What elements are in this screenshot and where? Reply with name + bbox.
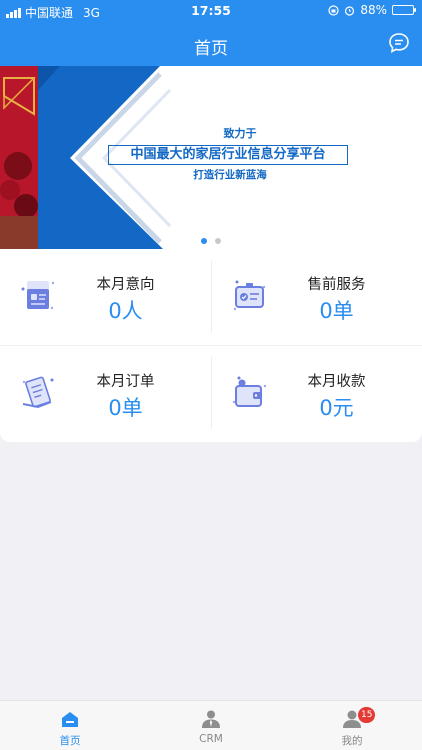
status-bar: 中国联通 3G 17:55 88% — [0, 0, 422, 22]
app-header: 中国联通 3G 17:55 88% 首页 — [0, 0, 422, 66]
tab-crm[interactable]: CRM — [141, 701, 281, 750]
chat-bubble-icon[interactable] — [388, 32, 410, 54]
home-icon — [62, 712, 78, 727]
stat-monthly-payments[interactable]: 本月收款 0元 — [211, 346, 422, 442]
orientation-lock-icon — [328, 4, 339, 16]
stat-presale-service[interactable]: 售前服务 0单 — [211, 249, 422, 345]
crm-person-icon — [202, 710, 220, 728]
alarm-icon — [345, 5, 355, 16]
stat-value: 0单 — [319, 299, 354, 323]
stat-value: 0单 — [108, 396, 143, 420]
stat-label: 本月订单 — [96, 374, 155, 390]
page-title: 首页 — [194, 39, 228, 59]
banner-line-1: 致力于 — [223, 127, 257, 140]
stats-card: 本月意向 0人 售前服务 0单 本月订单 0单 本月收款 0元 — [0, 249, 422, 442]
banner-headline-box: 中国最大的家居行业信息分享平台 — [108, 145, 348, 165]
banner-line-3: 打造行业新蓝海 — [193, 169, 267, 181]
pagination-dot-1[interactable] — [201, 238, 207, 244]
banner-pagination[interactable] — [0, 238, 422, 244]
stat-value: 0人 — [108, 299, 143, 323]
stat-label: 本月收款 — [307, 374, 366, 390]
tab-label: 首页 — [59, 735, 81, 747]
tab-label: 我的 — [341, 735, 363, 747]
battery-percent: 88% — [360, 3, 387, 17]
banner-headline: 中国最大的家居行业信息分享平台 — [130, 147, 326, 162]
stat-monthly-orders[interactable]: 本月订单 0单 — [0, 346, 211, 442]
stat-value: 0元 — [319, 396, 354, 420]
promo-banner[interactable]: 致力于 中国最大的家居行业信息分享平台 打造行业新蓝海 — [0, 66, 422, 250]
tab-label: CRM — [199, 733, 223, 745]
notification-badge: 15 — [358, 707, 376, 723]
pagination-dot-2[interactable] — [215, 238, 221, 244]
stat-monthly-intention[interactable]: 本月意向 0人 — [0, 249, 211, 345]
stat-label: 本月意向 — [96, 277, 155, 293]
stat-label: 售前服务 — [307, 277, 366, 293]
tab-profile[interactable]: 15 我的 — [282, 701, 422, 750]
bottom-tab-bar: 首页 CRM 15 我的 — [0, 700, 422, 750]
battery-icon — [392, 5, 416, 15]
tab-home[interactable]: 首页 — [0, 701, 140, 750]
